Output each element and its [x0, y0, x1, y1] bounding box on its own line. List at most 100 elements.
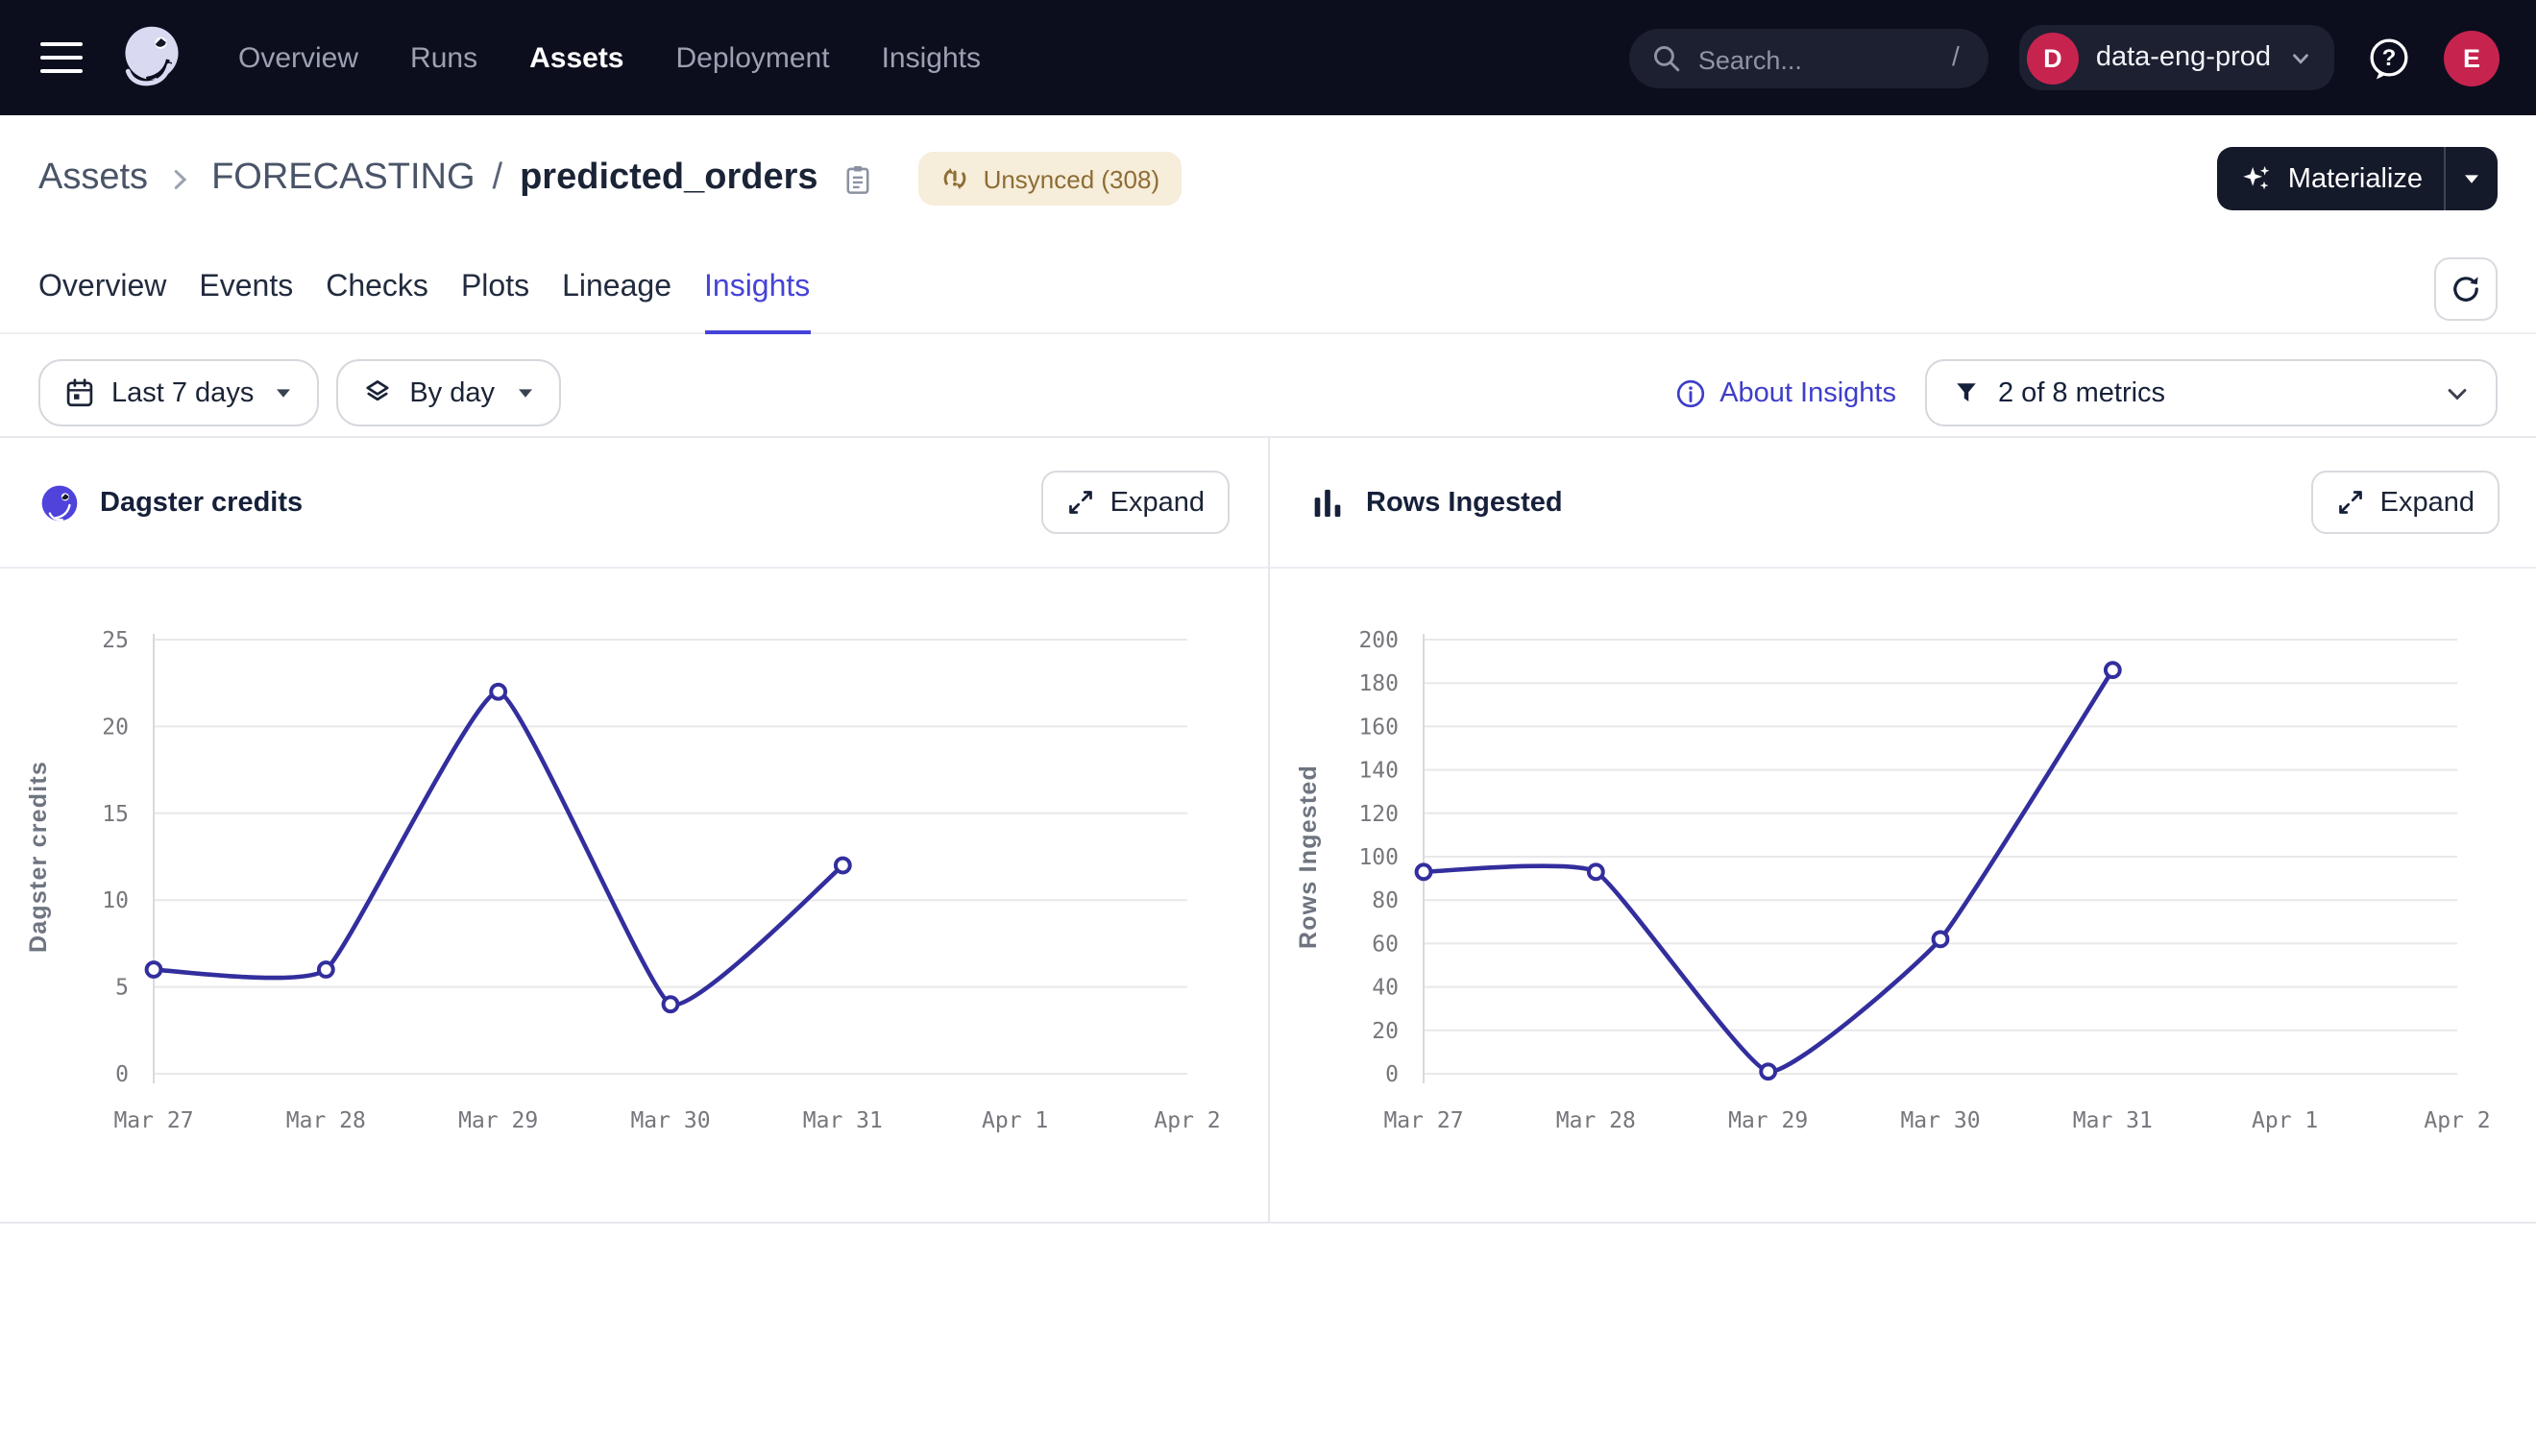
search-shortcut-hint: / — [1952, 39, 1960, 70]
copy-clipboard-icon[interactable] — [841, 162, 874, 195]
organization-switcher[interactable]: D data-eng-prod — [2019, 25, 2334, 90]
svg-text:Dagster credits: Dagster credits — [25, 761, 52, 953]
expand-label: Expand — [2380, 487, 2475, 518]
top-nav-items: Overview Runs Assets Deployment Insights — [238, 41, 981, 74]
svg-text:40: 40 — [1372, 976, 1399, 1001]
help-icon[interactable]: ? — [2365, 34, 2413, 82]
time-range-label: Last 7 days — [111, 377, 254, 408]
rows-ingested-chart[interactable]: 020406080100120140160180200Mar 27Mar 28M… — [1270, 569, 2536, 1222]
nav-item-runs[interactable]: Runs — [410, 41, 477, 74]
asset-tabs: Overview Events Checks Plots Lineage Ins… — [0, 242, 2536, 334]
granularity-filter-button[interactable]: By day — [336, 359, 560, 426]
breadcrumb-separator: / — [493, 158, 503, 200]
metrics-selector[interactable]: 2 of 8 metrics — [1925, 359, 2498, 426]
breadcrumb-assets-link[interactable]: Assets — [38, 158, 148, 200]
dagster-credits-panel: Dagster credits Expand 0510152025Mar 27M… — [0, 438, 1268, 1222]
expand-label: Expand — [1110, 487, 1205, 518]
filter-row-right: About Insights 2 of 8 metrics — [1675, 359, 2498, 426]
tab-plots[interactable]: Plots — [461, 242, 529, 332]
tab-events[interactable]: Events — [199, 242, 293, 332]
svg-text:Mar 30: Mar 30 — [630, 1108, 710, 1133]
refresh-icon — [2450, 273, 2482, 305]
panel-title: Dagster credits — [100, 487, 303, 518]
panel-header: Rows Ingested Expand — [1270, 438, 2536, 569]
status-badge[interactable]: Unsynced (308) — [918, 152, 1182, 206]
sparkles-icon — [2240, 162, 2273, 195]
panel-body: 0510152025Mar 27Mar 28Mar 29Mar 30Mar 31… — [0, 569, 1268, 1222]
svg-text:140: 140 — [1358, 759, 1399, 784]
tab-insights[interactable]: Insights — [704, 242, 810, 332]
insights-charts-section: Dagster credits Expand 0510152025Mar 27M… — [0, 436, 2536, 1224]
svg-text:Rows Ingested: Rows Ingested — [1295, 764, 1322, 949]
svg-text:Apr 2: Apr 2 — [2424, 1108, 2490, 1133]
top-nav-right: / D data-eng-prod ? E — [1629, 25, 2499, 90]
materialize-button[interactable]: Materialize — [2217, 147, 2444, 210]
search-icon — [1650, 42, 1681, 73]
user-avatar[interactable]: E — [2444, 30, 2499, 85]
asset-header: Assets FORECASTING / predicted_orders — [0, 115, 2536, 242]
asset-name: predicted_orders — [520, 158, 817, 200]
refresh-button[interactable] — [2434, 257, 2498, 321]
chevron-right-icon — [165, 164, 194, 193]
expand-icon — [1066, 488, 1095, 517]
caret-down-icon — [514, 382, 535, 403]
svg-text:15: 15 — [102, 802, 129, 827]
svg-text:Apr 2: Apr 2 — [1154, 1108, 1220, 1133]
search-box[interactable]: / — [1629, 28, 1988, 87]
svg-text:?: ? — [2382, 44, 2397, 70]
metrics-selector-label: 2 of 8 metrics — [1998, 377, 2165, 408]
svg-text:Mar 27: Mar 27 — [1383, 1108, 1463, 1133]
nav-item-overview[interactable]: Overview — [238, 41, 358, 74]
top-nav-bar: Overview Runs Assets Deployment Insights… — [0, 0, 2536, 115]
tab-overview[interactable]: Overview — [38, 242, 166, 332]
nav-item-insights[interactable]: Insights — [882, 41, 981, 74]
svg-text:180: 180 — [1358, 671, 1399, 696]
nav-item-deployment[interactable]: Deployment — [676, 41, 830, 74]
svg-text:Mar 28: Mar 28 — [1556, 1108, 1636, 1133]
caret-down-icon — [273, 382, 294, 403]
svg-text:60: 60 — [1372, 932, 1399, 957]
layers-icon — [361, 376, 394, 409]
materialize-dropdown-button[interactable] — [2446, 147, 2498, 210]
svg-text:Mar 29: Mar 29 — [458, 1108, 538, 1133]
svg-text:0: 0 — [1385, 1062, 1399, 1087]
expand-button[interactable]: Expand — [1041, 471, 1230, 534]
bar-chart-icon — [1308, 483, 1347, 522]
nav-item-assets[interactable]: Assets — [529, 41, 623, 74]
panel-header: Dagster credits Expand — [0, 438, 1268, 569]
svg-text:100: 100 — [1358, 845, 1399, 870]
panel-body: 020406080100120140160180200Mar 27Mar 28M… — [1270, 569, 2536, 1222]
svg-text:160: 160 — [1358, 715, 1399, 740]
svg-text:25: 25 — [102, 628, 129, 653]
svg-text:5: 5 — [115, 976, 129, 1001]
materialize-label: Materialize — [2288, 163, 2423, 194]
org-name: data-eng-prod — [2096, 42, 2271, 73]
sync-alert-icon — [939, 163, 970, 194]
dagster-credits-icon — [38, 481, 81, 523]
dagster-logo[interactable] — [115, 21, 188, 94]
svg-text:Mar 27: Mar 27 — [113, 1108, 193, 1133]
time-range-filter-button[interactable]: Last 7 days — [38, 359, 319, 426]
granularity-label: By day — [409, 377, 495, 408]
expand-icon — [2336, 488, 2365, 517]
breadcrumb-group-link[interactable]: FORECASTING — [211, 158, 475, 200]
dagster-credits-chart[interactable]: 0510152025Mar 27Mar 28Mar 29Mar 30Mar 31… — [0, 569, 1268, 1222]
svg-text:0: 0 — [115, 1062, 129, 1087]
rows-ingested-panel: Rows Ingested Expand 0204060801001201401… — [1268, 438, 2536, 1222]
info-icon — [1675, 377, 1706, 408]
search-input[interactable] — [1695, 28, 1929, 91]
hamburger-menu-icon[interactable] — [40, 41, 83, 74]
chevron-down-icon — [2444, 379, 2471, 406]
chevron-down-icon — [2288, 45, 2313, 70]
app-window: Overview Runs Assets Deployment Insights… — [0, 0, 2536, 1456]
org-initial-badge: D — [2027, 32, 2079, 84]
funnel-filter-icon — [1952, 378, 1981, 407]
tab-lineage[interactable]: Lineage — [562, 242, 671, 332]
svg-text:Mar 28: Mar 28 — [286, 1108, 366, 1133]
tab-checks[interactable]: Checks — [326, 242, 428, 332]
svg-text:10: 10 — [102, 888, 129, 913]
svg-text:Mar 31: Mar 31 — [2073, 1108, 2153, 1133]
about-insights-link[interactable]: About Insights — [1675, 377, 1896, 408]
expand-button[interactable]: Expand — [2311, 471, 2499, 534]
svg-text:120: 120 — [1358, 802, 1399, 827]
